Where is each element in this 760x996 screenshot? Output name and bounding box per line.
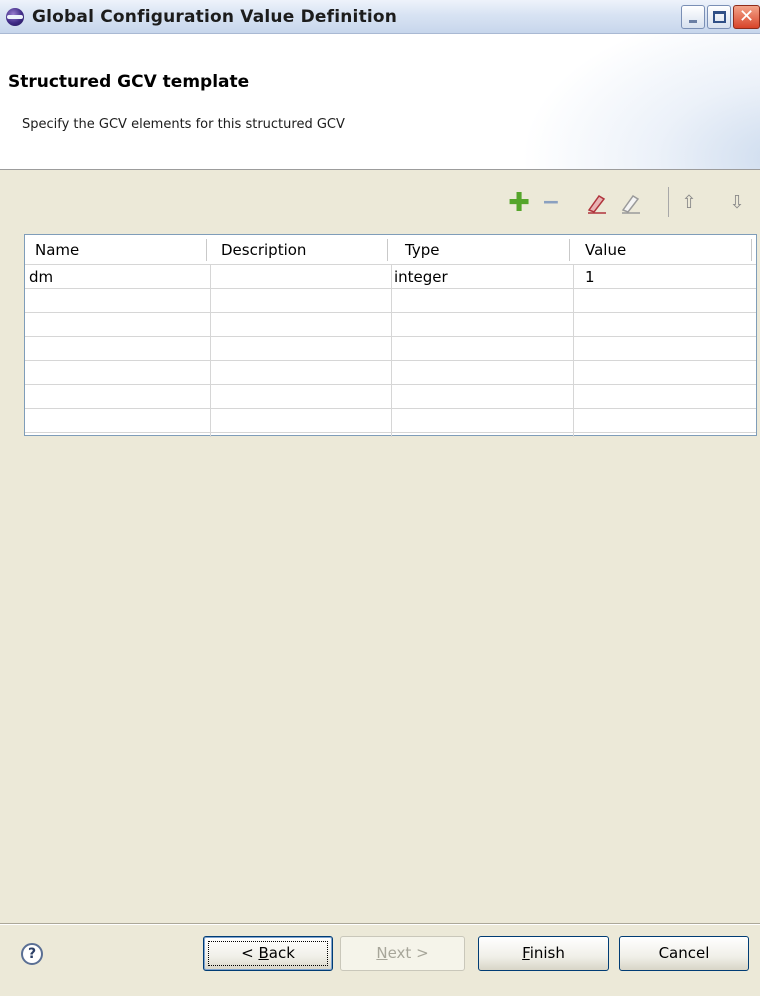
- table-header: Name Description Type Value: [25, 235, 756, 265]
- footer-separator: [0, 923, 760, 925]
- pencil-icon[interactable]: [619, 191, 643, 215]
- table-row[interactable]: [25, 409, 756, 433]
- next-label-rest: ext >: [387, 944, 429, 962]
- next-mnemonic: N: [376, 944, 388, 962]
- window-titlebar: Global Configuration Value Definition ✕: [0, 0, 760, 34]
- column-header-name[interactable]: Name: [29, 235, 79, 265]
- finish-mnemonic: F: [522, 944, 530, 962]
- column-header-value[interactable]: Value: [579, 235, 626, 265]
- minimize-icon: [689, 20, 697, 23]
- table-row[interactable]: [25, 313, 756, 337]
- maximize-button[interactable]: [707, 5, 731, 29]
- wizard-header: Structured GCV template Specify the GCV …: [0, 34, 760, 170]
- column-divider[interactable]: [751, 239, 752, 261]
- window-title: Global Configuration Value Definition: [32, 7, 398, 27]
- eraser-icon[interactable]: [585, 191, 609, 215]
- finish-button[interactable]: Finish: [478, 936, 609, 971]
- table-row[interactable]: [25, 289, 756, 313]
- table-toolbar: ✚ − ⇧ ⇩: [0, 185, 760, 221]
- close-button[interactable]: ✕: [733, 5, 760, 29]
- arrow-down-icon[interactable]: ⇩: [725, 191, 749, 215]
- next-button: Next >: [340, 936, 465, 971]
- cancel-button[interactable]: Cancel: [619, 936, 749, 971]
- page-title: Structured GCV template: [8, 72, 250, 92]
- app-icon: [6, 8, 24, 26]
- page-description: Specify the GCV elements for this struct…: [22, 117, 345, 132]
- column-header-type[interactable]: Type: [399, 235, 439, 265]
- plus-icon[interactable]: ✚: [507, 190, 531, 216]
- column-divider[interactable]: [387, 239, 388, 261]
- table-row[interactable]: [25, 337, 756, 361]
- cell-name[interactable]: dm: [25, 265, 53, 289]
- toolbar-separator: [668, 187, 669, 217]
- finish-label-rest: inish: [529, 944, 565, 962]
- back-button[interactable]: < Back: [203, 936, 333, 971]
- minimize-button[interactable]: [681, 5, 705, 29]
- column-header-description[interactable]: Description: [215, 235, 306, 265]
- gcv-elements-table[interactable]: Name Description Type Value dm integer 1: [24, 234, 757, 437]
- arrow-up-icon[interactable]: ⇧: [677, 191, 701, 215]
- close-icon: ✕: [738, 6, 755, 27]
- column-divider[interactable]: [569, 239, 570, 261]
- cell-value[interactable]: 1: [581, 265, 595, 289]
- table-row[interactable]: [25, 385, 756, 409]
- help-icon[interactable]: ?: [21, 943, 43, 965]
- header-decoration: [520, 34, 760, 169]
- column-divider[interactable]: [206, 239, 207, 261]
- maximize-icon: [713, 11, 726, 23]
- cell-type[interactable]: integer: [390, 265, 448, 289]
- cell-description[interactable]: [211, 265, 215, 289]
- table-row[interactable]: [25, 361, 756, 385]
- focus-ring: [208, 941, 328, 966]
- table-row[interactable]: dm integer 1: [25, 265, 756, 289]
- minus-icon[interactable]: −: [539, 191, 563, 215]
